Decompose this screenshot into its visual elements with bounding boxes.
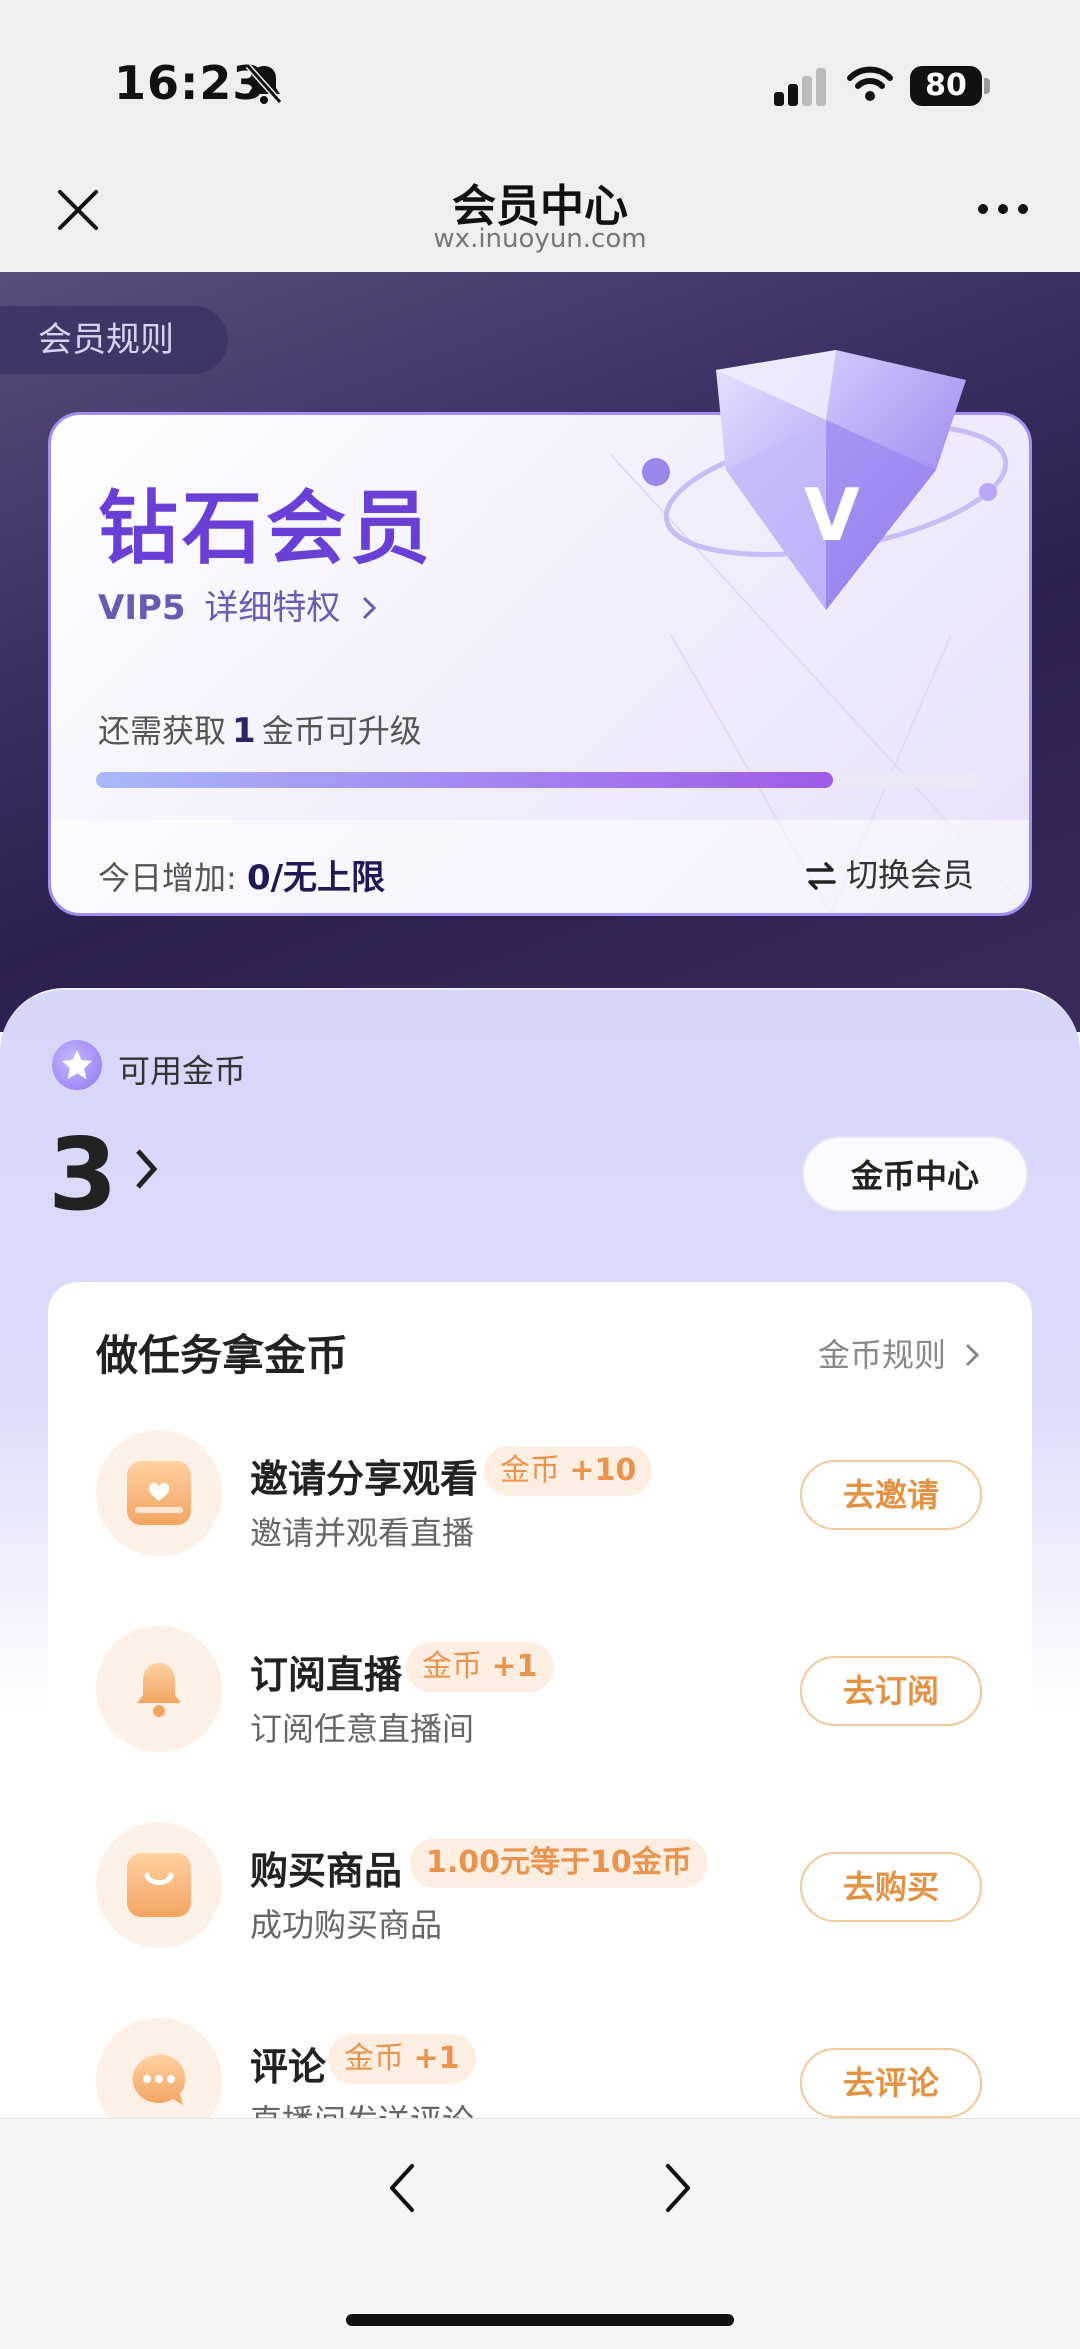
- purchase-button[interactable]: 去购买: [800, 1852, 982, 1922]
- task-description: 邀请并观看直播: [250, 1514, 475, 1552]
- task-reward-badge: 1.00元等于10金币: [410, 1838, 708, 1888]
- swap-icon: [806, 862, 836, 890]
- available-coins-label: 可用金币: [118, 1052, 247, 1090]
- task-icon-subscribe: [96, 1626, 222, 1752]
- coin-center-button[interactable]: 金币中心: [802, 1136, 1028, 1212]
- svg-text:V: V: [804, 473, 860, 557]
- upgrade-requirement: 还需获取 1 金币可升级: [98, 706, 422, 752]
- badge-prefix: 金币: [422, 1649, 482, 1684]
- subscribe-button[interactable]: 去订阅: [800, 1656, 982, 1726]
- invite-button[interactable]: 去邀请: [800, 1460, 982, 1530]
- wifi-icon: [847, 66, 893, 101]
- page-domain: wx.inuoyun.com: [433, 224, 647, 254]
- star-coin-icon: [52, 1040, 102, 1090]
- upgrade-prefix: 还需获取: [98, 712, 227, 750]
- privileges-link[interactable]: VIP5 详细特权: [98, 580, 379, 629]
- bell-icon: [137, 1663, 181, 1717]
- badge-value: +10: [569, 1453, 637, 1488]
- today-label: 今日增加:: [98, 859, 237, 897]
- badge-value: +1: [413, 2041, 460, 2076]
- task-description: 成功购买商品: [250, 1906, 443, 1944]
- today-increase: 今日增加: 0/无上限: [98, 850, 385, 899]
- gift-box-icon: [127, 1461, 191, 1525]
- chevron-right-icon: [363, 596, 377, 620]
- today-value: 0/无上限: [246, 858, 386, 898]
- task-name: 评论: [250, 2045, 327, 2089]
- chat-bubble-icon: [132, 2054, 186, 2105]
- mute-bell-icon: [245, 64, 283, 104]
- upgrade-amount: 1: [232, 711, 256, 751]
- membership-level-title: 钻石会员: [98, 482, 434, 575]
- comment-button[interactable]: 去评论: [800, 2048, 982, 2118]
- back-arrow-icon[interactable]: [384, 2162, 420, 2214]
- task-name: 购买商品: [250, 1849, 403, 1893]
- badge-value: 1.00元等于10金币: [426, 1845, 692, 1880]
- diamond-icon: V: [642, 350, 1009, 610]
- more-options-icon[interactable]: [976, 202, 1030, 216]
- coin-rules-link[interactable]: 金币规则: [818, 1330, 982, 1376]
- task-name: 订阅直播: [250, 1653, 403, 1697]
- task-section-title: 做任务拿金币: [96, 1331, 349, 1380]
- upgrade-progress-fill: [96, 772, 834, 788]
- badge-prefix: 金币: [500, 1453, 560, 1488]
- switch-membership-button[interactable]: 切换会员: [806, 850, 974, 896]
- switch-membership-label: 切换会员: [846, 856, 975, 894]
- battery-indicator: 80: [910, 66, 982, 106]
- cellular-signal-icon: [774, 68, 826, 106]
- forward-arrow-icon[interactable]: [660, 2162, 696, 2214]
- task-description: 订阅任意直播间: [250, 1710, 475, 1748]
- chevron-right-icon: [966, 1343, 980, 1367]
- available-coins-count[interactable]: 3: [48, 1116, 162, 1233]
- task-name: 邀请分享观看: [250, 1457, 479, 1501]
- coin-count-value: 3: [48, 1116, 118, 1233]
- task-reward-badge: 金币 +1: [406, 1642, 554, 1692]
- membership-rules-button[interactable]: 会员规则: [0, 306, 228, 374]
- upgrade-suffix: 金币可升级: [261, 712, 422, 750]
- task-reward-badge: 金币 +1: [328, 2034, 476, 2084]
- task-icon-invite: [96, 1430, 222, 1556]
- badge-value: +1: [491, 1649, 538, 1684]
- task-reward-badge: 金币 +10: [484, 1446, 653, 1496]
- badge-prefix: 金币: [344, 2041, 404, 2076]
- home-indicator: [346, 2314, 734, 2326]
- vip-level: VIP5: [98, 588, 186, 628]
- task-icon-purchase: [96, 1822, 222, 1948]
- battery-cap: [984, 78, 990, 94]
- privileges-link-label: 详细特权: [204, 588, 341, 628]
- coin-rules-label: 金币规则: [818, 1336, 947, 1374]
- shopping-bag-icon: [127, 1853, 191, 1917]
- chevron-right-icon: [135, 1149, 157, 1189]
- status-time: 16:23: [114, 56, 266, 110]
